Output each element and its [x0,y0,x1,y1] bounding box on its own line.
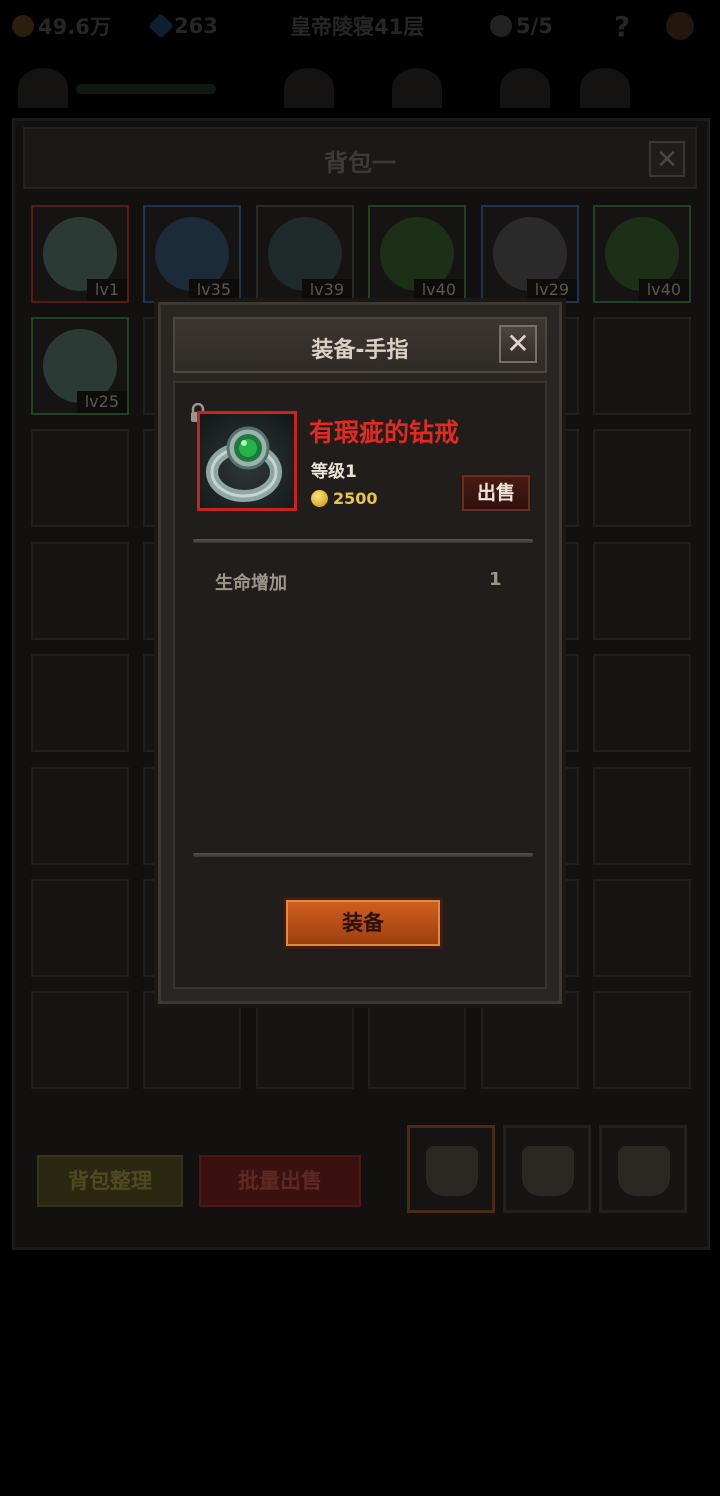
help-icon: ? [614,9,631,43]
inventory-slot[interactable] [593,991,691,1089]
location-text: 皇帝陵寝41层 [290,15,425,39]
gold-amount: 49.6万 [38,15,111,39]
hero-strip [0,56,720,116]
item-level: 等级1 [311,462,357,482]
sort-bag-button[interactable]: 背包整理 [37,1155,183,1207]
inventory-slot[interactable] [593,542,691,640]
inventory-slot[interactable] [368,991,466,1089]
inventory-slot[interactable] [143,991,241,1089]
inventory-slot[interactable] [31,767,129,865]
item-level-badge: lv40 [413,279,464,301]
gold-counter: 49.6万 [12,10,111,42]
hero-health-bar [76,84,216,94]
bag-tab-1[interactable] [407,1125,495,1213]
divider [193,539,533,543]
inventory-slot[interactable]: lv29 [481,205,579,303]
hero-portrait [580,68,630,108]
hero-portrait [500,68,550,108]
item-level-badge: lv29 [526,279,577,301]
modal-close-button[interactable]: ✕ [499,325,537,363]
item-level-badge: lv1 [86,279,127,301]
gear-icon [666,12,694,40]
modal-title: 装备-手指 [311,338,409,363]
inventory-slot[interactable]: lv39 [256,205,354,303]
hero-portrait [392,68,442,108]
settings-button[interactable] [666,10,698,42]
inventory-slot[interactable] [481,991,579,1089]
top-status-bar: 49.6万 263 皇帝陵寝41层 5/5 ? [0,0,720,52]
inventory-slot[interactable] [593,429,691,527]
backpack-icon [522,1146,574,1196]
equipment-detail-modal: 装备-手指 ✕ 有瑕疵的钻戒 等级1 2500 出售 生命增加 1 装备 [158,302,562,1004]
location-label: 皇帝陵寝41层 [290,10,424,42]
inventory-slot[interactable] [593,879,691,977]
item-level-badge: lv39 [301,279,352,301]
inventory-slot[interactable] [593,654,691,752]
help-button[interactable]: ? [614,9,631,43]
inventory-slot[interactable] [593,317,691,415]
skull-icon [490,15,512,37]
green-gem-ring-icon [206,426,282,502]
bag-tab-3[interactable] [599,1125,687,1213]
inventory-slot[interactable] [31,429,129,527]
coin-icon [311,490,328,507]
bag-tab-2[interactable] [503,1125,591,1213]
modal-body: 有瑕疵的钻戒 等级1 2500 出售 生命增加 1 装备 [173,381,547,989]
inventory-slot[interactable] [31,879,129,977]
gem-counter: 263 [148,10,218,42]
modal-header: 装备-手指 ✕ [173,317,547,373]
inventory-slot[interactable] [256,991,354,1089]
item-level-badge: lv40 [638,279,689,301]
backpack-title: 背包一 [324,149,396,177]
backpack-header: 背包一 ✕ [23,127,697,189]
item-name: 有瑕疵的钻戒 [309,418,460,447]
gem-amount: 263 [174,14,218,38]
inventory-slot[interactable] [31,654,129,752]
sell-button[interactable]: 出售 [462,475,530,511]
inventory-slot[interactable] [593,767,691,865]
backpack-icon [618,1146,670,1196]
item-level-badge: lv25 [76,391,127,413]
inventory-slot[interactable]: lv35 [143,205,241,303]
item-level-badge: lv35 [188,279,239,301]
backpack-close-button[interactable]: ✕ [649,141,685,177]
key-counter: 5/5 [490,10,553,42]
inventory-slot[interactable] [31,991,129,1089]
item-price: 2500 [333,489,378,508]
hero-portrait [284,68,334,108]
inventory-slot[interactable]: lv40 [368,205,466,303]
coin-icon [12,15,34,37]
key-amount: 5/5 [516,14,553,38]
diamond-icon [148,13,174,39]
hero-portrait [18,68,68,108]
stat-value: 1 [489,569,502,590]
backpack-icon [426,1146,478,1196]
inventory-slot[interactable]: lv25 [31,317,129,415]
item-image-frame [197,411,297,511]
inventory-slot[interactable] [31,542,129,640]
batch-sell-button[interactable]: 批量出售 [199,1155,361,1207]
inventory-slot[interactable]: lv1 [31,205,129,303]
divider [193,853,533,857]
inventory-slot[interactable]: lv40 [593,205,691,303]
stat-label: 生命增加 [215,573,287,594]
equip-button[interactable]: 装备 [283,897,443,949]
